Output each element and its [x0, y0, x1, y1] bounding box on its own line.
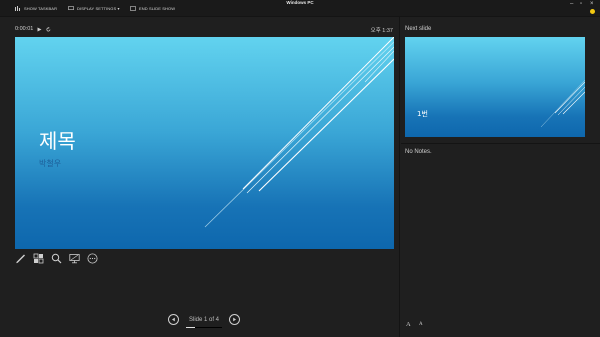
current-slide[interactable]: 제목 박철우 [15, 37, 394, 249]
end-slide-show-button[interactable]: END SLIDE SHOW [130, 4, 175, 13]
minimize-icon[interactable]: – [570, 1, 573, 7]
timer-bar: 0:00:01 [15, 26, 51, 32]
reset-icon[interactable] [46, 26, 51, 32]
slide-progress-fill [186, 326, 195, 328]
presenter-tools [15, 253, 98, 264]
next-icon [233, 317, 236, 322]
black-screen-button[interactable] [69, 253, 80, 264]
slide-subtitle: 박철우 [39, 159, 62, 168]
see-all-slides-button[interactable] [33, 253, 44, 264]
timer: 0:00:01 [15, 26, 34, 32]
notes-separator [401, 143, 600, 144]
slide-progress-track [186, 326, 222, 328]
play-icon[interactable] [37, 27, 42, 32]
slides-grid-icon [33, 253, 44, 264]
notification-dot-icon [590, 9, 595, 14]
next-slide-decoration-lines [540, 79, 585, 128]
more-options-button[interactable] [87, 253, 98, 264]
next-slide-text: 1번 [417, 110, 428, 118]
clock: 오후 1:37 [370, 28, 393, 34]
display-settings-label: DISPLAY SETTINGS ▾ [77, 6, 120, 11]
end-slide-show-label: END SLIDE SHOW [139, 6, 176, 11]
next-slide-preview[interactable]: 1번 [405, 37, 585, 137]
end-show-icon [130, 6, 136, 11]
app-title: Windows PC [286, 0, 314, 5]
next-slide-button[interactable] [229, 314, 240, 325]
show-taskbar-label: SHOW TASKBAR [24, 6, 58, 11]
slide-counter: Slide 1 of 4 [188, 316, 220, 323]
speaker-notes: No Notes. [405, 149, 432, 155]
taskbar-icon [15, 6, 20, 11]
prev-icon [172, 317, 175, 322]
zoom-icon [51, 253, 62, 264]
top-separator [0, 16, 600, 17]
slide-title: 제목 [39, 129, 76, 153]
decrease-font-button[interactable]: A [419, 322, 423, 327]
zoom-button[interactable] [51, 253, 62, 264]
restore-icon[interactable]: ▫ [580, 1, 582, 7]
more-icon [87, 253, 98, 264]
pen-icon [16, 254, 25, 264]
display-settings-button[interactable]: DISPLAY SETTINGS ▾ [68, 4, 120, 13]
slide-navigation: Slide 1 of 4 [168, 314, 240, 328]
next-slide-label: Next slide [405, 26, 432, 32]
show-taskbar-button[interactable]: SHOW TASKBAR [15, 4, 57, 13]
top-toolbar: SHOW TASKBAR DISPLAY SETTINGS ▾ END SLID… [0, 0, 600, 16]
pen-tool-button[interactable] [15, 253, 26, 264]
increase-font-button[interactable]: A [406, 321, 411, 328]
previous-slide-button[interactable] [168, 314, 179, 325]
close-icon[interactable]: × [590, 1, 594, 7]
panel-divider [399, 17, 400, 337]
screen-icon [69, 254, 80, 264]
slide-counter-area[interactable]: Slide 1 of 4 [186, 316, 222, 328]
display-icon [68, 6, 74, 11]
